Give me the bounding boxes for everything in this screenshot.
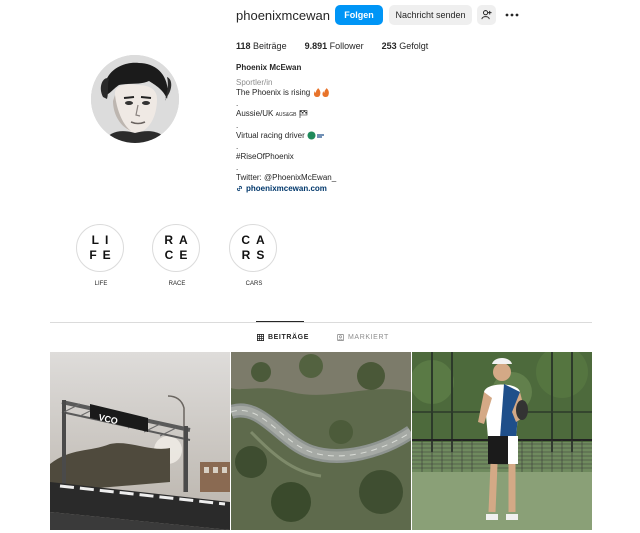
fire-emoji-icon: [313, 88, 329, 98]
bio-dot: .: [236, 120, 239, 130]
tabs-divider: [50, 322, 592, 323]
profile-avatar[interactable]: [91, 55, 179, 143]
highlight-cover: LI FE: [76, 224, 124, 272]
profile-username: phoenixmcewan: [236, 8, 330, 23]
posts-count: 118 Beiträge: [236, 41, 287, 51]
link-icon: [236, 186, 243, 192]
padel-court-photo: [412, 352, 592, 530]
active-tab-indicator: [256, 321, 304, 322]
flag-text: AUS&GB: [275, 112, 297, 118]
post-thumbnail[interactable]: [412, 352, 592, 530]
follow-button[interactable]: Folgen: [335, 5, 383, 25]
bio-hashtag[interactable]: #RiseOfPhoenix: [236, 152, 436, 163]
checkered-flag-icon: [299, 110, 307, 118]
profile-full-name: Phoenix McEwan: [236, 63, 302, 72]
profile-bio: Phoenix McEwan Sportler/in The Phoenix i…: [236, 63, 436, 194]
following-link[interactable]: 253 Gefolgt: [382, 41, 429, 51]
more-dots-icon: [505, 13, 519, 17]
tag-icon: [337, 334, 344, 341]
post-thumbnail[interactable]: [231, 352, 411, 530]
tab-posts[interactable]: BEITRÄGE: [257, 334, 309, 341]
bio-line-rising: The Phoenix is rising: [236, 88, 436, 99]
highlight-label: LIFE: [94, 281, 108, 287]
bio-twitter: Twitter: @PhoenixMcEwan_: [236, 173, 337, 182]
bio-dot: .: [236, 141, 239, 151]
highlight-label: RACE: [168, 281, 186, 287]
grid-icon: [257, 334, 264, 341]
highlight-cover: RA CE: [152, 224, 200, 272]
suggested-users-button[interactable]: [477, 5, 496, 25]
highlight-cover: CA RS: [229, 224, 277, 272]
highlight-life[interactable]: LI FE LIFE: [76, 224, 126, 287]
bio-dot: .: [236, 98, 239, 108]
profile-website-link[interactable]: phoenixmcewan.com: [236, 184, 436, 195]
tab-tagged[interactable]: MARKIERT: [337, 334, 389, 341]
post-thumbnail[interactable]: VCO: [50, 352, 230, 530]
bio-dot: .: [236, 162, 239, 172]
profile-category: Sportler/in: [236, 77, 273, 87]
aerial-track-photo: [231, 352, 411, 530]
bio-line-racing: Virtual racing driver: [236, 131, 436, 142]
more-options-button[interactable]: [503, 5, 521, 25]
race-track-gantry-photo: VCO: [50, 352, 230, 530]
bio-line-nationality: Aussie/UK AUS&GB: [236, 109, 436, 121]
highlight-cars[interactable]: CA RS CARS: [229, 224, 279, 287]
green-circle-emoji-icon: [307, 131, 325, 140]
followers-link[interactable]: 9.891 Follower: [305, 41, 364, 51]
profile-stats: 118 Beiträge 9.891 Follower 253 Gefolgt: [236, 41, 446, 51]
add-user-icon: [481, 10, 492, 20]
highlight-race[interactable]: RA CE RACE: [152, 224, 202, 287]
highlight-label: CARS: [245, 281, 263, 287]
send-message-button[interactable]: Nachricht senden: [389, 5, 472, 25]
